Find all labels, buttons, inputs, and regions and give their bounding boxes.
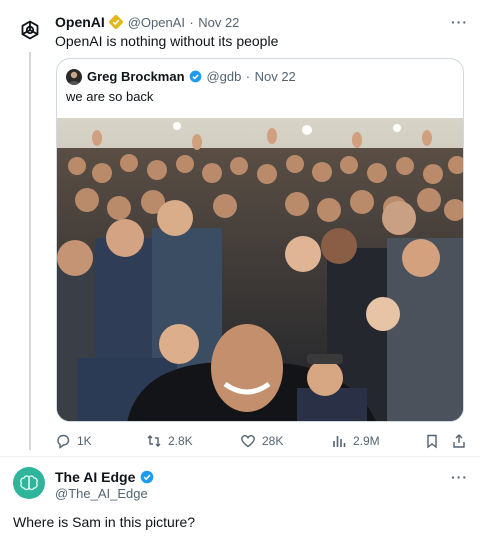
verified-blue-icon [189,70,202,88]
like-count: 28K [262,434,284,448]
divider [0,456,480,457]
tweet-header: OpenAI @OpenAI · Nov 22 [55,14,239,34]
verified-gold-icon [109,15,124,34]
like-button[interactable]: 28K [240,433,283,449]
quote-header: Greg Brockman @gdb · Nov 22 [87,68,296,88]
quote-author-avatar [66,69,82,85]
author-handle[interactable]: @OpenAI [128,15,185,30]
reply-icon [57,434,70,449]
reply-author-name[interactable]: The AI Edge [55,469,135,485]
tweet-text: OpenAI is nothing without its people [55,33,279,49]
bookmark-button[interactable] [424,433,440,449]
retweet-icon [147,435,161,447]
quoted-tweet[interactable]: Greg Brockman @gdb · Nov 22 we are so ba… [56,58,464,422]
group-photo[interactable] [57,118,463,421]
more-icon[interactable]: ··· [451,14,468,30]
share-icon [453,434,465,448]
quote-date[interactable]: Nov 22 [255,69,296,84]
views-button[interactable]: 2.9M [331,433,380,449]
separator-dot: · [189,15,194,30]
like-icon [241,434,255,448]
reply-text: Where is Sam in this picture? [13,514,196,530]
author-name[interactable]: OpenAI [55,14,105,30]
views-count: 2.9M [353,434,380,448]
reply-count: 1K [77,434,92,448]
retweet-button[interactable]: 2.8K [146,433,193,449]
brain-avatar-icon [20,475,38,491]
thread-connector-line [29,52,31,450]
quote-author-name[interactable]: Greg Brockman [87,69,185,84]
reply-author-handle[interactable]: @The_AI_Edge [55,486,148,501]
views-icon [333,436,346,447]
quote-author-handle[interactable]: @gdb [206,69,241,84]
separator-dot: · [245,69,251,84]
retweet-count: 2.8K [168,434,193,448]
tweet-date[interactable]: Nov 22 [198,15,239,30]
bookmark-icon [427,434,437,449]
share-button[interactable] [451,433,467,449]
quote-text: we are so back [66,89,154,104]
openai-logo-icon[interactable] [17,18,43,44]
reply-button[interactable]: 1K [55,433,92,449]
more-icon[interactable]: ··· [451,469,468,485]
reply-author-avatar[interactable] [13,467,45,499]
